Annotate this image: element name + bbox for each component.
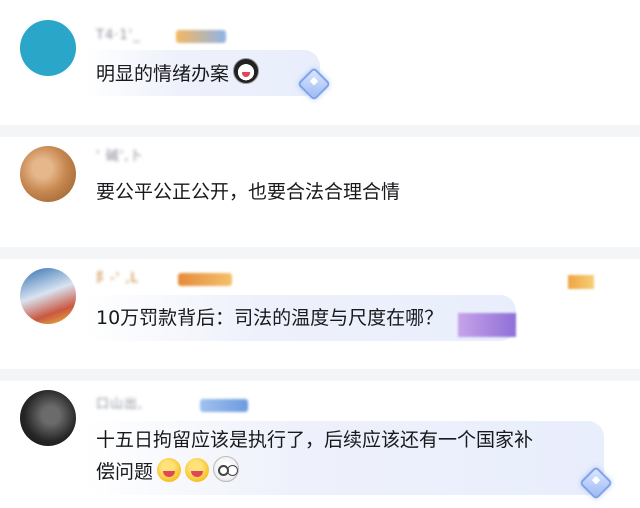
pixelated-sticker: [458, 313, 516, 337]
user-badge: [176, 30, 226, 43]
comment-text: 要公平公正公开，也要合法合理合情: [96, 177, 400, 208]
grin-emoji-icon: [185, 458, 210, 482]
dizzy-emoji-icon: [213, 456, 240, 482]
username[interactable]: 阝-' ‚L: [96, 271, 139, 287]
comment-text-content: 10万罚款背后：司法的温度与尺度在哪？: [96, 307, 444, 329]
comment-item: 阝-' ‚L 10万罚款背后：司法的温度与尺度在哪？: [0, 259, 640, 369]
comment-text-line: 偿问题: [96, 461, 154, 483]
user-badge: [178, 273, 232, 286]
grin-emoji-icon: [157, 458, 182, 482]
comment-item: 口山出, 十五日拘留应该是执行了，后续应该还有一个国家补 偿问题: [0, 381, 640, 508]
comment-text: 十五日拘留应该是执行了，后续应该还有一个国家补: [96, 425, 533, 456]
comment-text-content: 要公平公正公开，也要合法合理合情: [96, 181, 401, 203]
avatar[interactable]: [20, 268, 76, 324]
pixelated-mark: [568, 275, 594, 289]
divider: [0, 247, 640, 259]
comment-text-content: 明显的情绪办案: [96, 63, 230, 85]
panda-emoji-icon: [233, 58, 260, 84]
comment-text: 偿问题: [96, 456, 240, 488]
username[interactable]: T4·1'_: [96, 28, 141, 44]
avatar[interactable]: [20, 390, 76, 446]
comment-item: T4·1'_ 明显的情绪办案: [0, 0, 640, 125]
comment-text-line: 十五日拘留应该是执行了，后续应该还有一个国家补: [96, 429, 534, 451]
divider: [0, 369, 640, 381]
avatar[interactable]: [20, 20, 76, 76]
username[interactable]: ' 碱',卜: [96, 149, 143, 165]
username[interactable]: 口山出,: [96, 397, 143, 413]
comment-text: 明显的情绪办案: [96, 58, 260, 90]
avatar[interactable]: [20, 146, 76, 202]
comment-text: 10万罚款背后：司法的温度与尺度在哪？: [96, 303, 443, 334]
comment-item: ' 碱',卜 要公平公正公开，也要合法合理合情: [0, 137, 640, 247]
divider: [0, 125, 640, 137]
user-badge: [200, 399, 248, 412]
